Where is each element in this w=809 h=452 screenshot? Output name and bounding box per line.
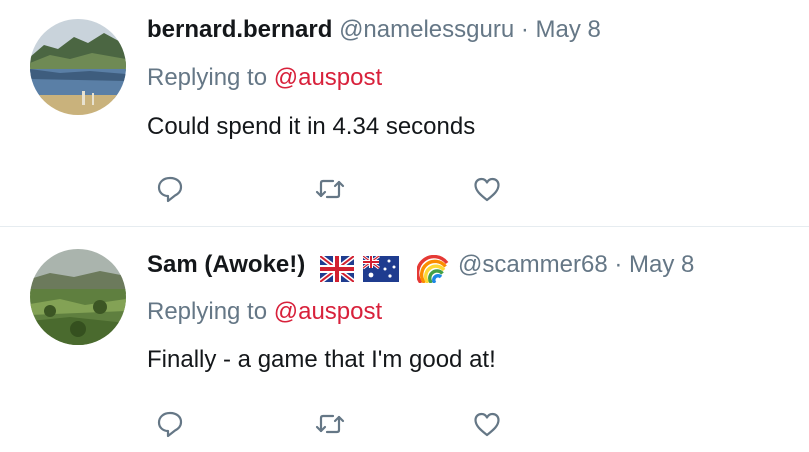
name-emoji-flags <box>318 253 451 284</box>
tweet[interactable]: bernard.bernard @namelessguru · May 8 Re… <box>0 0 809 226</box>
australia-flag-icon <box>361 254 399 282</box>
tweet-text: Could spend it in 4.34 seconds <box>147 113 476 140</box>
user-handle[interactable]: @scammer68 <box>458 251 608 278</box>
avatar[interactable] <box>30 249 126 345</box>
separator: · <box>614 251 623 278</box>
retweet-icon <box>315 179 345 199</box>
display-name[interactable]: bernard.bernard <box>147 16 332 43</box>
separator: · <box>520 16 529 43</box>
replying-prefix: Replying to <box>147 64 268 91</box>
reply-button[interactable] <box>153 407 187 441</box>
tweet-text: Finally - a game that I'm good at! <box>147 346 496 373</box>
retweet-button[interactable] <box>313 407 347 441</box>
retweet-icon <box>315 414 345 434</box>
replying-prefix: Replying to <box>147 298 268 325</box>
avatar[interactable] <box>30 19 126 115</box>
reply-mention-link[interactable]: @auspost <box>274 64 382 91</box>
tweet[interactable]: Sam (Awoke!) @scammer68 · May 8 Replying… <box>0 227 809 452</box>
tweet-date[interactable]: May 8 <box>629 251 694 278</box>
lake-landscape-avatar <box>30 19 126 115</box>
replying-to-line: Replying to @auspost <box>147 63 382 93</box>
tweet-date[interactable]: May 8 <box>536 16 601 43</box>
like-button[interactable] <box>470 407 504 441</box>
like-button[interactable] <box>470 172 504 206</box>
user-handle[interactable]: @namelessguru <box>339 16 514 43</box>
reply-mention-link[interactable]: @auspost <box>274 298 382 325</box>
display-name[interactable]: Sam (Awoke!) <box>147 251 305 278</box>
like-icon <box>474 412 500 437</box>
replying-to-line: Replying to @auspost <box>147 297 382 327</box>
reply-icon <box>157 176 183 203</box>
reply-icon <box>157 411 183 438</box>
like-icon <box>474 177 500 202</box>
rainbow-icon <box>416 254 449 284</box>
reply-button[interactable] <box>153 172 187 206</box>
retweet-button[interactable] <box>313 172 347 206</box>
hills-landscape-avatar <box>30 249 126 345</box>
uk-flag-icon <box>318 253 356 284</box>
